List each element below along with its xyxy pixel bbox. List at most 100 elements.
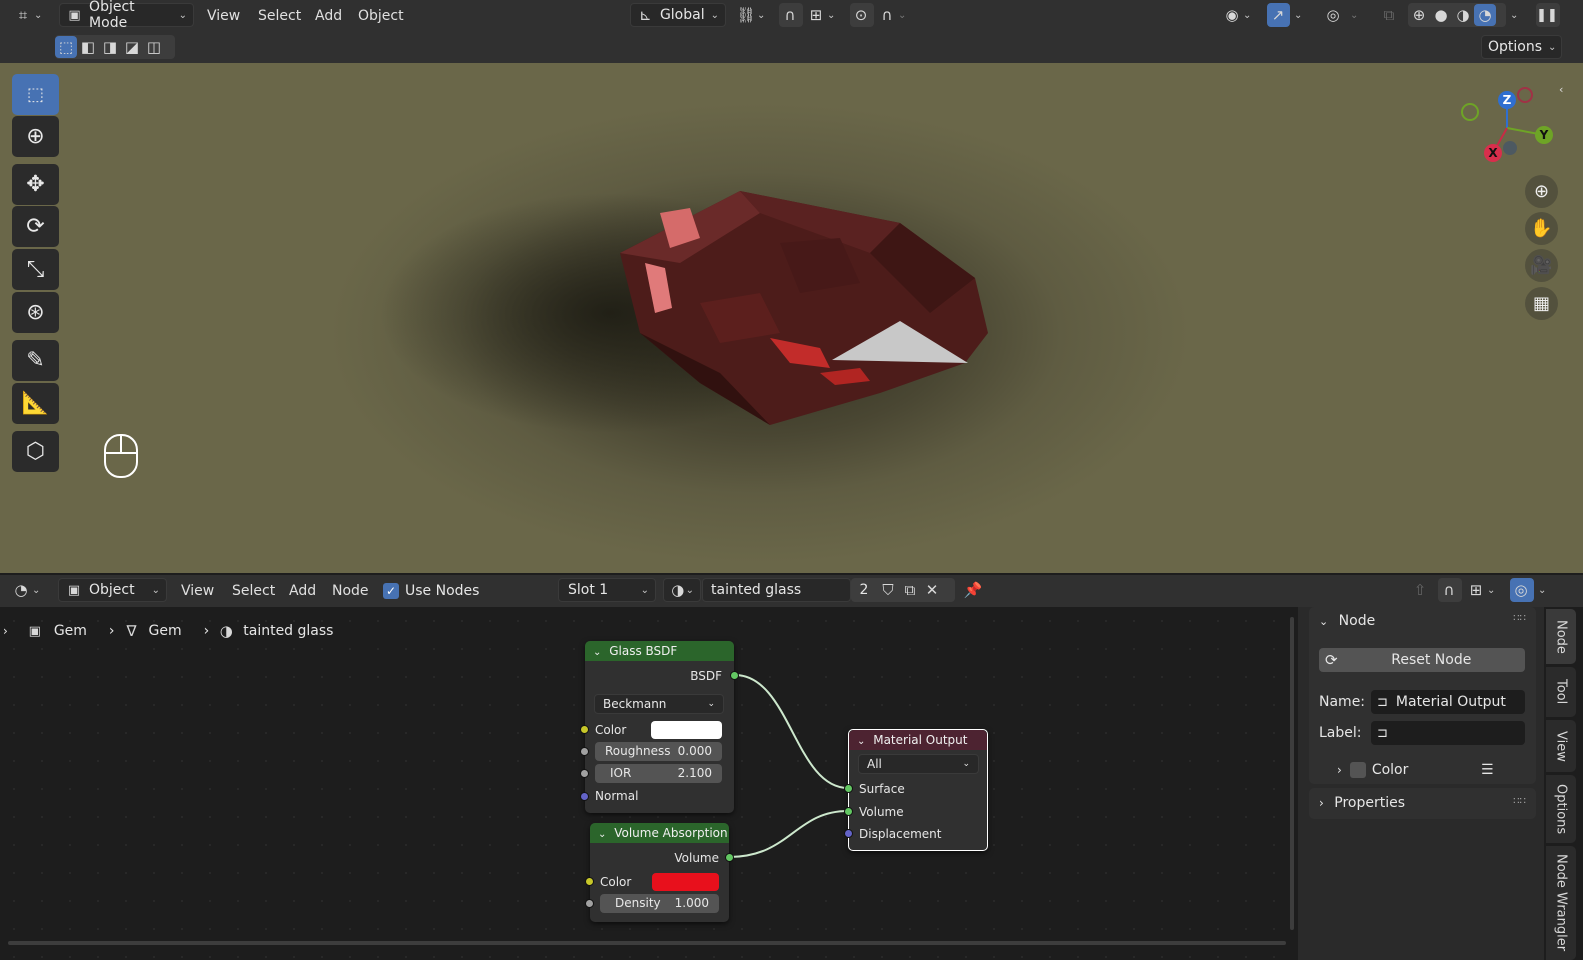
proportional-edit-toggle[interactable]: ⊙ [850, 3, 874, 27]
overlays-toggle[interactable]: ◎ [1322, 3, 1345, 27]
reset-node-button[interactable]: ⟳ Reset Node [1319, 648, 1525, 672]
falloff-dropdown[interactable]: ∩ ⌄ [876, 3, 912, 27]
orientation-dropdown[interactable]: ⊾ Global ⌄ [630, 3, 726, 27]
parent-node-tree-button[interactable]: ⇧ [1409, 578, 1433, 602]
material-shading-icon[interactable]: ◑ [1452, 4, 1474, 26]
duplicate-material-icon[interactable]: ⧉ [899, 579, 921, 601]
measure-tool[interactable]: 📐 [12, 383, 59, 424]
name-field[interactable]: ⊐ Material Output [1371, 690, 1525, 714]
select-box-tool[interactable]: ⬚ [12, 74, 59, 115]
user-count[interactable]: 2 [851, 582, 877, 598]
drag-handle-icon[interactable]: ∷∷ [1513, 613, 1526, 624]
pivot-dropdown[interactable]: ⛓ ⌄ [735, 3, 775, 27]
options-dropdown[interactable]: Options ⌄ [1481, 35, 1562, 59]
glass-color-swatch[interactable] [651, 721, 722, 739]
camera-view-button[interactable]: 🎥 [1525, 249, 1558, 282]
cursor-tool[interactable]: ⊕ [12, 116, 59, 157]
select-invert-icon[interactable]: ◪ [121, 36, 143, 58]
add-cube-tool[interactable]: ⬡ [12, 431, 59, 472]
menu-add[interactable]: Add [315, 4, 342, 28]
annotate-tool[interactable]: ✎ [12, 340, 59, 381]
shader-type-dropdown[interactable]: ▣ Object ⌄ [58, 578, 167, 602]
sidebar-toggle-arrow[interactable]: ‹ [1559, 83, 1573, 96]
move-tool[interactable]: ✥ [12, 164, 59, 205]
volume-input-socket[interactable] [844, 807, 853, 816]
volume-absorption-node[interactable]: ⌄ Volume Absorption Volume Color Density… [585, 823, 734, 922]
xray-toggle[interactable]: ⧉ [1378, 3, 1400, 27]
collapse-icon[interactable]: ⌄ [598, 829, 606, 840]
color-toggle-checkbox[interactable] [1349, 762, 1366, 778]
density-field[interactable]: Density 1.000 [600, 894, 719, 913]
displacement-input-socket[interactable] [844, 829, 853, 838]
material-name-field[interactable]: tainted glass [702, 578, 851, 602]
wireframe-shading-icon[interactable]: ⊕ [1408, 4, 1430, 26]
neg-x-axis-handle[interactable] [1517, 87, 1533, 103]
roughness-input-socket[interactable] [580, 747, 589, 756]
snap-toggle[interactable]: ∩ [779, 3, 803, 27]
glass-bsdf-header[interactable]: ⌄ Glass BSDF [585, 641, 734, 661]
output-target-dropdown[interactable]: All ⌄ [858, 754, 979, 774]
zoom-button[interactable]: ⊕ [1525, 175, 1558, 208]
shading-dropdown[interactable]: ⌄ [1508, 3, 1526, 27]
tab-node-wrangler[interactable]: Node Wrangler [1546, 846, 1576, 960]
horizontal-scrollbar[interactable] [8, 941, 1286, 945]
gizmo-dropdown[interactable]: ⌄ [1292, 3, 1310, 27]
node-menu-select[interactable]: Select [232, 579, 275, 603]
vertical-scrollbar[interactable] [1290, 617, 1294, 930]
density-input-socket[interactable] [585, 899, 594, 908]
mode-dropdown[interactable]: ▣ Object Mode ⌄ [59, 0, 194, 31]
label-field[interactable]: ⊐ [1371, 721, 1525, 745]
drag-handle-icon[interactable]: ∷∷ [1513, 796, 1526, 807]
ior-input-socket[interactable] [580, 769, 589, 778]
color-subpanel-header[interactable]: › Color [1337, 762, 1408, 778]
neg-z-axis-handle[interactable] [1503, 141, 1517, 155]
roughness-field[interactable]: Roughness 0.000 [595, 742, 722, 761]
glass-bsdf-node[interactable]: ⌄ Glass BSDF BSDF Beckmann ⌄ Color Roughn… [580, 641, 739, 813]
tab-tool[interactable]: Tool [1546, 667, 1576, 717]
gizmo-toggle[interactable]: ↗ [1267, 3, 1290, 27]
fake-user-shield-icon[interactable]: ⛉ [877, 579, 899, 601]
editor-type-button[interactable]: ⌗ ⌄ [12, 3, 50, 27]
collapse-icon[interactable]: ⌄ [593, 647, 601, 658]
3d-viewport[interactable]: ⬚ ⊕ ✥ ⟳ ⤡ ⊛ ✎ 📐 ⬡ Z Y X ‹ ⊕ ✋ 🎥 ▦ [0, 63, 1583, 573]
perspective-toggle-button[interactable]: ▦ [1525, 287, 1558, 320]
snap-dropdown[interactable]: ⊞ ⌄ [805, 3, 845, 27]
presets-list-icon[interactable]: ☰ [1481, 762, 1494, 778]
ior-field[interactable]: IOR 2.100 [595, 764, 722, 783]
pan-button[interactable]: ✋ [1525, 212, 1558, 245]
unlink-x-icon[interactable]: ✕ [921, 579, 943, 601]
overlays-dropdown[interactable]: ⌄ [1348, 3, 1366, 27]
rendered-shading-icon[interactable]: ◔ [1474, 4, 1496, 26]
tab-options[interactable]: Options [1546, 775, 1576, 843]
volume-output-socket[interactable] [725, 853, 734, 862]
menu-object[interactable]: Object [358, 4, 404, 28]
use-nodes-checkbox[interactable]: ✓ [383, 583, 399, 599]
tab-view[interactable]: View [1546, 720, 1576, 772]
select-extend-icon[interactable]: ◧ [77, 36, 99, 58]
volume-absorption-header[interactable]: ⌄ Volume Absorption [590, 823, 729, 843]
select-intersect-icon[interactable]: ◫ [143, 36, 165, 58]
node-snap-toggle[interactable]: ∩ [1438, 578, 1462, 602]
distribution-dropdown[interactable]: Beckmann ⌄ [594, 694, 724, 714]
use-nodes-toggle[interactable]: ✓ Use Nodes [383, 579, 479, 603]
surface-input-socket[interactable] [844, 784, 853, 793]
material-output-header[interactable]: ⌄ Material Output [849, 730, 987, 750]
properties-panel-header[interactable]: › Properties [1319, 795, 1405, 811]
navigation-gizmo[interactable]: Z Y X [1455, 83, 1555, 173]
menu-view[interactable]: View [207, 4, 240, 28]
select-subtract-icon[interactable]: ◨ [99, 36, 121, 58]
absorption-color-swatch[interactable] [652, 873, 719, 891]
collapse-icon[interactable]: ⌄ [857, 736, 865, 747]
node-menu-add[interactable]: Add [289, 579, 316, 603]
solid-shading-icon[interactable]: ● [1430, 4, 1452, 26]
node-panel-header[interactable]: ⌄ Node [1319, 613, 1375, 629]
node-overlays-toggle[interactable]: ◎ [1510, 578, 1534, 602]
node-editor-type-button[interactable]: ◔ ⌄ [10, 578, 50, 602]
pin-button[interactable]: 📌 [962, 578, 984, 602]
material-browse-button[interactable]: ◑ ⌄ [663, 578, 701, 602]
select-new-icon[interactable]: ⬚ [55, 36, 77, 58]
neg-y-axis-handle[interactable] [1461, 103, 1479, 121]
node-menu-node[interactable]: Node [332, 579, 369, 603]
normal-input-socket[interactable] [580, 792, 589, 801]
slot-dropdown[interactable]: Slot 1 ⌄ [558, 578, 656, 602]
